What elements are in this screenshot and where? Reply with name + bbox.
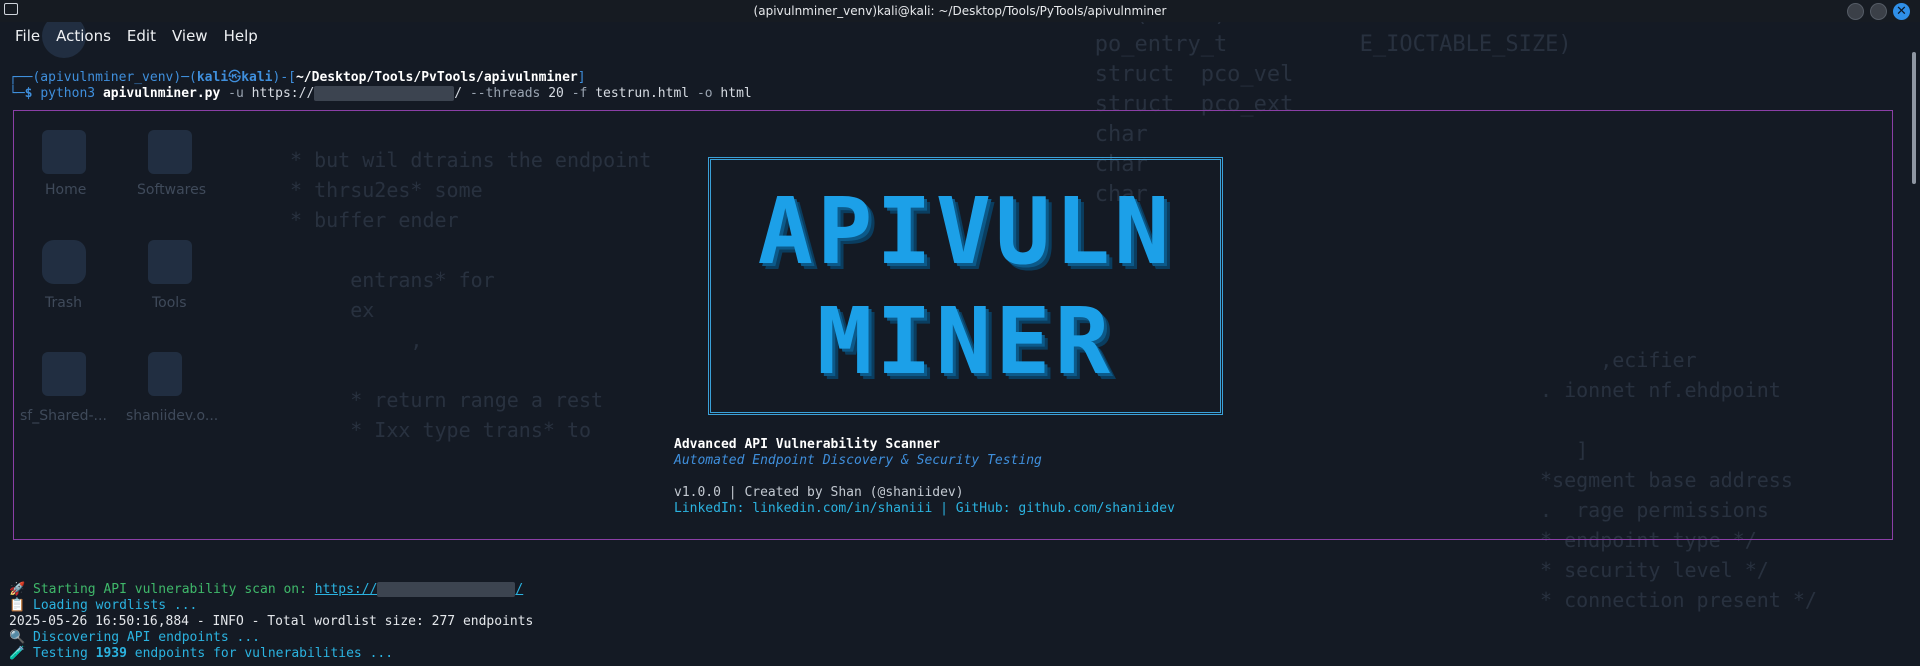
minimize-button[interactable] [1847, 3, 1864, 20]
command-python: python3 [40, 86, 96, 101]
command-threads-flag: --threads [469, 86, 541, 101]
scrollbar-thumb[interactable] [1912, 52, 1916, 184]
menu-bar: File Actions Edit View Help [0, 22, 1920, 50]
command-flag-f: -f [571, 86, 588, 101]
command-threads-value: 20 [548, 86, 564, 101]
output-line-testing: 🧪 Testing 1939 endpoints for vulnerabili… [9, 646, 394, 661]
prompt-at: ㉿ [228, 70, 242, 85]
terminal-scrollbar[interactable] [1908, 50, 1920, 666]
menu-actions[interactable]: Actions [48, 27, 119, 45]
menu-edit[interactable]: Edit [119, 27, 164, 45]
prompt-user: kali [196, 70, 229, 85]
banner-version: v1.0.0 | Created by Shan (@shaniidev) [674, 485, 964, 500]
clipboard-icon: 📋 [9, 598, 26, 613]
menu-view[interactable]: View [164, 27, 216, 45]
command-o-value: html [720, 86, 752, 101]
magnifier-icon: 🔍 [9, 630, 26, 645]
menu-file[interactable]: File [0, 27, 48, 45]
redacted-url [377, 582, 516, 597]
banner-subtitle: Automated Endpoint Discovery & Security … [674, 453, 1042, 468]
command-line: └─$ python3 apivulnminer.py -u https:///… [9, 86, 752, 101]
prompt-line: ┌──(apivulnminer_venv)─(kali㉿kali)-[~/De… [9, 70, 586, 85]
logo-line-2: MINER [817, 288, 1114, 395]
window-title: (apivulnminer_venv)kali@kali: ~/Desktop/… [753, 4, 1167, 18]
maximize-button[interactable] [1870, 3, 1887, 20]
command-f-value: testrun.html [595, 86, 690, 101]
command-url: https:// [251, 86, 315, 101]
output-line-start: 🚀 Starting API vulnerability scan on: ht… [9, 582, 524, 597]
banner-title: Advanced API Vulnerability Scanner [674, 437, 941, 452]
logo-line-1: APIVULN [757, 178, 1174, 285]
prompt-host: kali [241, 70, 273, 85]
test-tube-icon: 🧪 [9, 646, 26, 661]
command-script: apivulnminer.py [102, 86, 221, 101]
rocket-icon: 🚀 [9, 582, 26, 597]
endpoint-count: 1939 [95, 646, 127, 661]
prompt-venv: (apivulnminer_venv) [32, 70, 182, 85]
prompt-path: ~/Desktop/Tools/PvTools/apivulnminer [295, 70, 578, 85]
menu-help[interactable]: Help [216, 27, 266, 45]
close-button[interactable]: ✕ [1893, 3, 1910, 20]
scan-url-link[interactable]: https:// [315, 582, 378, 597]
output-line-wordlists: 📋 Loading wordlists ... [9, 598, 198, 613]
banner-links[interactable]: LinkedIn: linkedin.com/in/shaniii | GitH… [674, 501, 1175, 516]
command-flag-o: -o [696, 86, 713, 101]
redacted-url [314, 86, 455, 101]
terminal-area[interactable]: ┌──(apivulnminer_venv)─(kali㉿kali)-[~/De… [0, 50, 1908, 666]
command-flag-u: -u [228, 86, 244, 101]
command-url-end: / [454, 86, 463, 101]
output-line-info: 2025-05-26 16:50:16,884 - INFO - Total w… [9, 614, 534, 629]
logo-box: APIVULN MINER [708, 157, 1223, 415]
output-line-discover: 🔍 Discovering API endpoints ... [9, 630, 260, 645]
terminal-icon [4, 3, 18, 15]
window-titlebar[interactable]: (apivulnminer_venv)kali@kali: ~/Desktop/… [0, 0, 1920, 22]
